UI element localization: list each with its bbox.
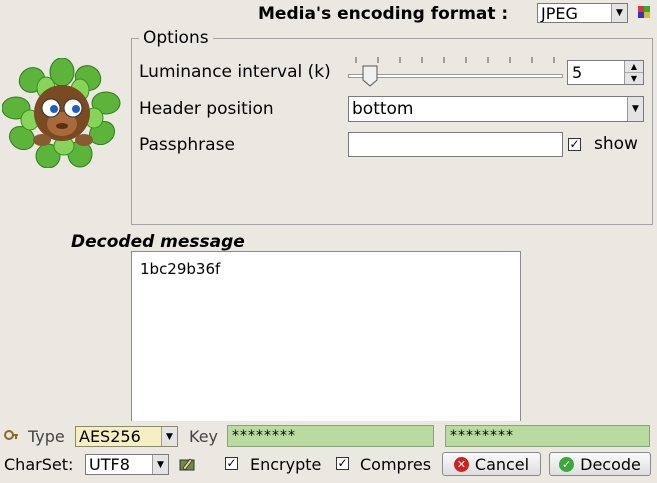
luminance-label: Luminance interval (k) <box>139 62 331 82</box>
checkmark-icon: ✓ <box>559 456 575 472</box>
spinner-up-icon[interactable]: ▲ <box>625 61 643 73</box>
cipher-type-value: AES256 <box>76 427 161 446</box>
slider-ticks <box>355 57 555 63</box>
decoded-message-text: 1bc29b36f <box>140 260 221 278</box>
cancel-button[interactable]: ✕ Cancel <box>442 452 541 476</box>
compress-label: Compres <box>360 455 432 474</box>
encoding-format-select[interactable]: JPEG ▼ <box>537 3 628 23</box>
show-passphrase-label: show <box>594 134 638 154</box>
spinner-down-icon[interactable]: ▼ <box>625 73 643 84</box>
decode-button[interactable]: ✓ Decode <box>549 452 651 476</box>
charset-value: UTF8 <box>89 455 130 474</box>
cancel-button-label: Cancel <box>474 454 530 474</box>
encoding-format-label: Media's encoding format : <box>258 4 509 24</box>
chevron-down-icon[interactable]: ▼ <box>161 427 177 446</box>
luminance-slider-track[interactable] <box>348 74 563 78</box>
luminance-spinner[interactable]: 5 ▲ ▼ <box>567 60 644 85</box>
encrypted-checkbox[interactable]: ✓ <box>225 457 238 470</box>
cancel-icon: ✕ <box>453 456 469 472</box>
key-field-2[interactable]: ******** <box>445 425 650 447</box>
header-position-select[interactable]: bottom ▼ <box>348 96 644 122</box>
key-label: Key <box>189 427 219 446</box>
charset-label: CharSet: <box>4 455 74 474</box>
encrypted-label: Encrypte <box>250 455 322 474</box>
options-legend: Options <box>139 28 213 48</box>
charset-edit-icon[interactable] <box>179 456 195 472</box>
mascot-logo-icon <box>2 58 121 168</box>
encoding-format-value: JPEG <box>541 3 578 23</box>
cipher-type-select[interactable]: AES256 ▼ <box>75 426 178 447</box>
passphrase-label: Passphrase <box>139 135 235 155</box>
decode-button-label: Decode <box>580 454 641 474</box>
chevron-down-icon[interactable]: ▼ <box>152 455 168 474</box>
palette-icon[interactable] <box>637 5 651 19</box>
show-passphrase-checkbox[interactable]: ✓ <box>568 138 581 151</box>
chevron-down-icon[interactable]: ▼ <box>627 97 643 121</box>
header-position-label: Header position <box>139 99 274 119</box>
charset-select[interactable]: UTF8 ▼ <box>85 454 169 475</box>
header-position-value: bottom <box>352 99 414 119</box>
key-lock-icon <box>4 430 18 440</box>
decoded-message-label: Decoded message <box>71 232 245 252</box>
type-label: Type <box>28 427 65 446</box>
key-field-1[interactable]: ******** <box>227 425 434 447</box>
compress-checkbox[interactable]: ✓ <box>336 457 349 470</box>
chevron-down-icon[interactable]: ▼ <box>611 4 627 22</box>
passphrase-input[interactable] <box>348 132 563 157</box>
luminance-value[interactable]: 5 <box>568 63 624 82</box>
luminance-slider-thumb[interactable] <box>362 65 378 87</box>
